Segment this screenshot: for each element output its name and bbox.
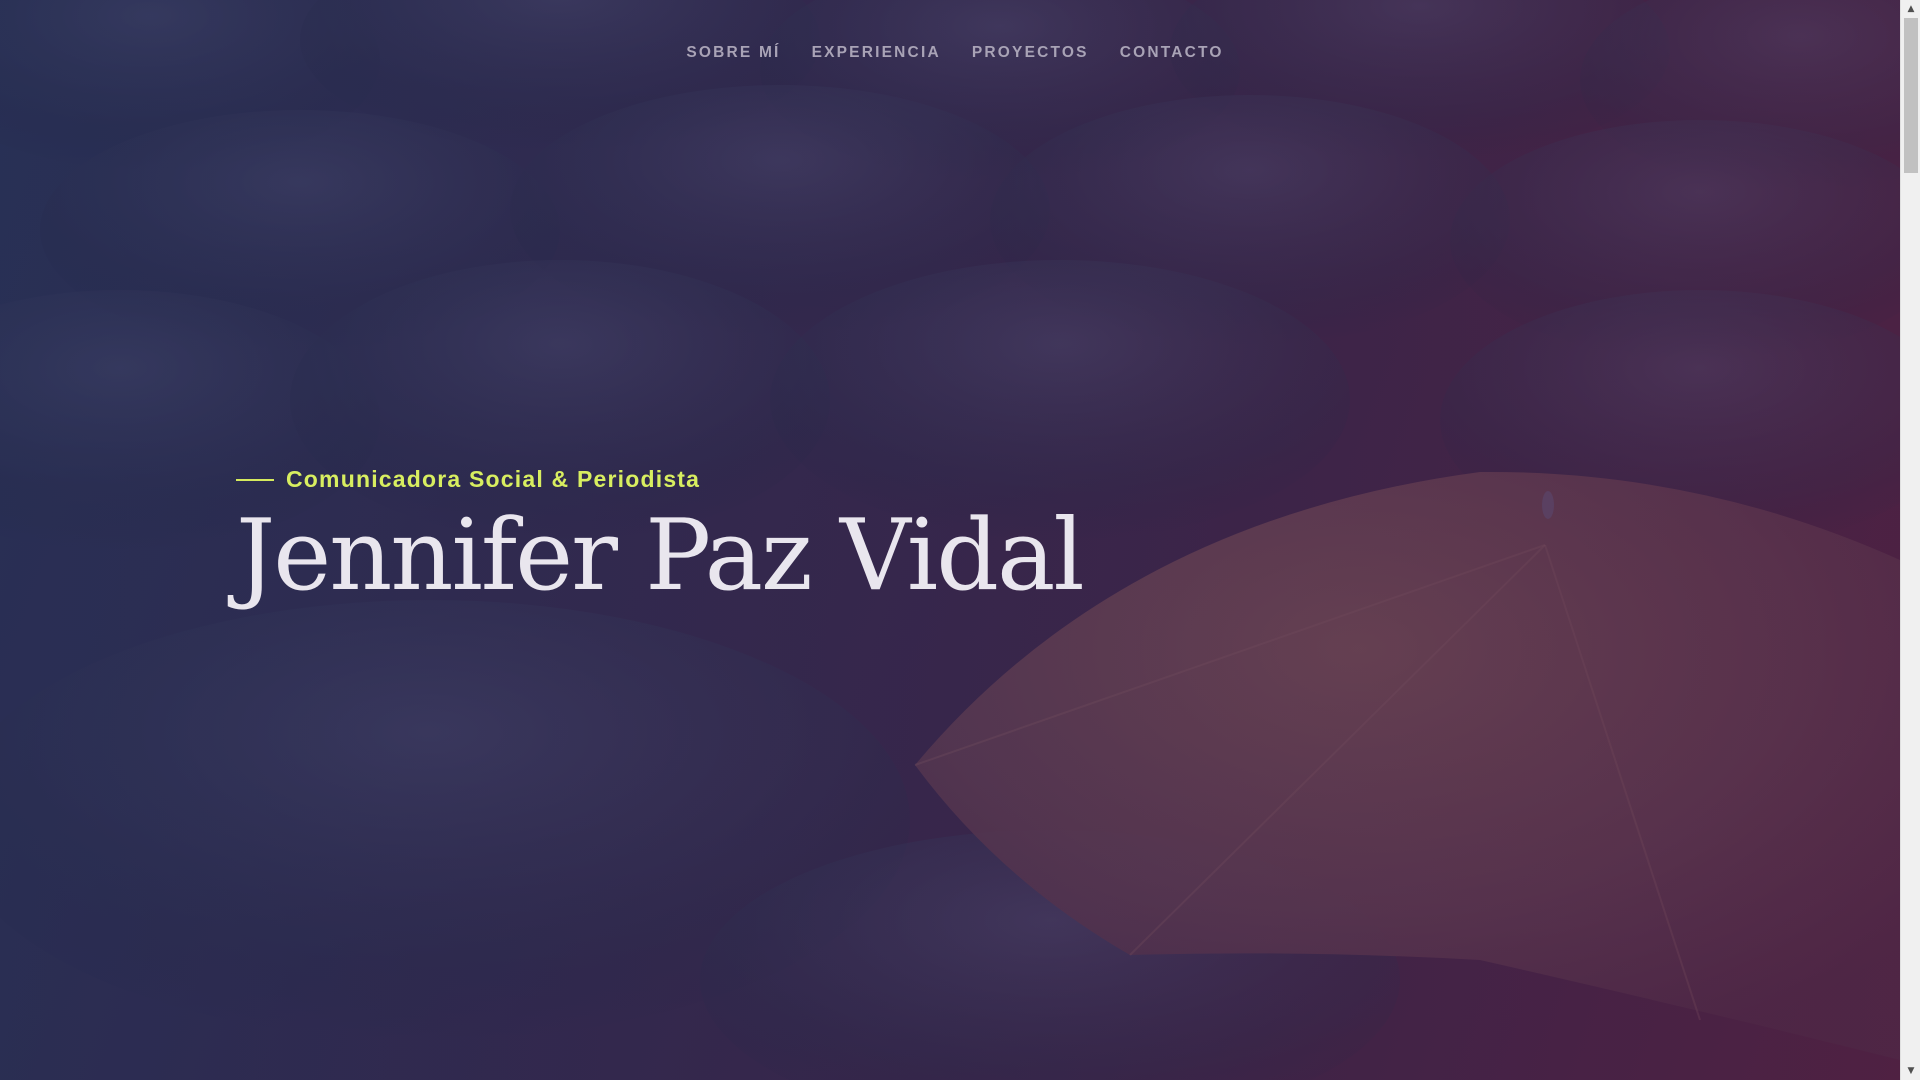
top-navigation: SOBRE MÍ EXPERIENCIA PROYECTOS CONTACTO: [0, 44, 1900, 62]
hero-title: Jennifer Paz Vidal: [236, 499, 1085, 613]
nav-link-contacto[interactable]: CONTACTO: [1120, 44, 1224, 62]
page-scrollbar[interactable]: ▲ ▼: [1900, 0, 1920, 1080]
hero-content: Comunicadora Social & Periodista Jennife…: [236, 466, 1085, 613]
tagline-accent-line: [236, 478, 274, 481]
scrollbar-thumb[interactable]: [1904, 18, 1918, 173]
nav-link-proyectos[interactable]: PROYECTOS: [972, 44, 1089, 62]
hero-tagline: Comunicadora Social & Periodista: [286, 466, 701, 492]
tagline-row: Comunicadora Social & Periodista: [236, 466, 1083, 493]
scroll-down-arrow-icon[interactable]: ▼: [1901, 1062, 1920, 1080]
scroll-up-arrow-icon[interactable]: ▲: [1901, 0, 1920, 18]
page-viewport: SOBRE MÍ EXPERIENCIA PROYECTOS CONTACTO …: [0, 0, 1900, 1080]
nav-link-experiencia[interactable]: EXPERIENCIA: [812, 44, 941, 62]
nav-link-sobre-mi[interactable]: SOBRE MÍ: [686, 44, 780, 62]
